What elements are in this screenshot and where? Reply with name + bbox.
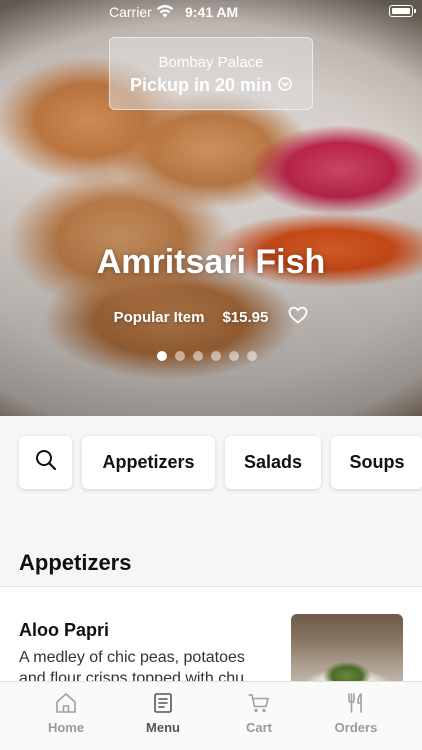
- home-icon: [31, 692, 101, 714]
- menu-book-icon: [128, 692, 198, 714]
- tab-cart-label: Cart: [245, 720, 272, 735]
- battery-icon: [389, 5, 416, 17]
- cart-icon: [224, 692, 294, 714]
- carousel-dot[interactable]: [229, 351, 239, 361]
- favorite-heart-icon[interactable]: [288, 306, 308, 328]
- carrier-label: Carrier: [109, 4, 152, 20]
- restaurant-pickup-selector[interactable]: Bombay Palace Pickup in 20 min: [109, 37, 313, 110]
- search-icon: [34, 448, 58, 477]
- tab-menu-label: Menu: [146, 720, 180, 735]
- search-button[interactable]: [19, 436, 72, 489]
- carousel-dot[interactable]: [193, 351, 203, 361]
- carousel-dot[interactable]: [157, 351, 167, 361]
- carousel-indicator[interactable]: [157, 351, 257, 361]
- featured-dish-price: $15.95: [222, 308, 269, 326]
- app-screen: Carrier 9:41 AM Bombay Palace Pickup in …: [0, 0, 422, 750]
- category-appetizers[interactable]: Appetizers: [82, 436, 215, 489]
- chevron-down-circle-icon: [278, 75, 292, 96]
- popular-item-tag: Popular Item: [113, 308, 205, 326]
- featured-dish-title: Amritsari Fish: [96, 243, 326, 281]
- carousel-dot[interactable]: [211, 351, 221, 361]
- category-soups[interactable]: Soups: [331, 436, 422, 489]
- tab-orders[interactable]: Orders: [321, 692, 391, 735]
- tab-home-label: Home: [47, 720, 85, 735]
- status-bar: Carrier 9:41 AM: [0, 0, 422, 24]
- bottom-tab-bar: Home Menu Cart Orders: [0, 681, 422, 750]
- carousel-dot[interactable]: [247, 351, 257, 361]
- wifi-icon: [156, 5, 174, 21]
- tab-orders-label: Orders: [334, 720, 378, 735]
- carousel-dot[interactable]: [175, 351, 185, 361]
- section-title: Appetizers: [19, 550, 132, 575]
- pickup-time-label: Pickup in 20 min: [129, 75, 273, 95]
- featured-dish-meta: Popular Item $15.95: [0, 306, 422, 328]
- tab-cart[interactable]: Cart: [224, 692, 294, 735]
- utensils-icon: [321, 692, 391, 714]
- pickup-time: Pickup in 20 min: [110, 75, 312, 96]
- menu-item-name: Aloo Papri: [19, 620, 110, 640]
- category-bar: Appetizers Salads Soups: [19, 436, 422, 489]
- tab-home[interactable]: Home: [31, 692, 101, 735]
- clock: 9:41 AM: [185, 4, 239, 20]
- restaurant-name: Bombay Palace: [158, 54, 264, 71]
- tab-menu[interactable]: Menu: [128, 692, 198, 735]
- category-salads[interactable]: Salads: [225, 436, 321, 489]
